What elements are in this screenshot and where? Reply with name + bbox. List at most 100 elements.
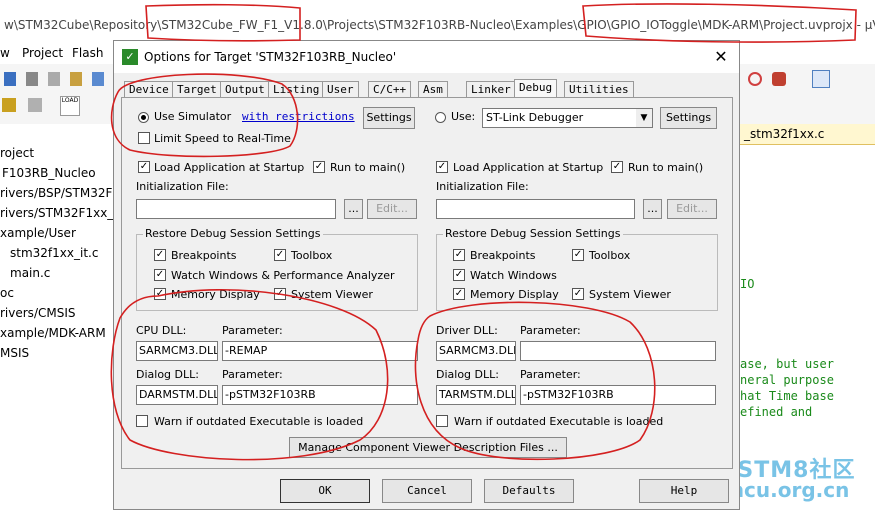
memory-display-label: Memory Display [171,288,260,301]
dialog-dll-label: Dialog DLL: [136,368,199,381]
tab-cpp[interactable]: C/C++ [368,81,412,98]
tree-item[interactable]: rivers/BSP/STM32F1x [0,186,127,200]
new-file-icon[interactable] [4,72,16,86]
debugger-select-value: ST-Link Debugger [486,111,584,124]
right-warn-outdated-checkbox[interactable] [436,415,448,427]
init-file-edit-button[interactable]: Edit... [367,199,417,219]
tree-item[interactable]: roject [0,146,34,160]
keil-logo-icon: ✓ [122,49,138,65]
right-memory-display-checkbox[interactable]: ✓ [453,288,465,300]
tree-item[interactable]: rivers/STM32F1xx_HA [0,206,131,220]
driver-param-input[interactable] [520,341,716,361]
tree-item[interactable]: stm32f1xx_it.c [10,246,98,260]
with-restrictions-link[interactable]: with restrictions [242,110,355,123]
tab-utilities[interactable]: Utilities [564,81,634,98]
right-system-viewer-checkbox[interactable]: ✓ [572,288,584,300]
dialog-dll-input[interactable]: DARMSTM.DLL [136,385,218,405]
restore-settings-title: Restore Debug Session Settings [143,227,323,240]
right-breakpoints-checkbox[interactable]: ✓ [453,249,465,261]
build-icon[interactable] [2,98,16,112]
copy-icon[interactable] [48,72,60,86]
debug-session-icon[interactable] [772,72,786,86]
right-dialog-param-label: Parameter: [520,368,581,381]
window-layout-icon[interactable] [812,70,830,88]
cpu-param-input[interactable]: -REMAP [222,341,418,361]
cancel-button[interactable]: Cancel [382,479,472,503]
menu-item-project[interactable]: Project [22,46,63,60]
debugger-select[interactable]: ST-Link Debugger ▼ [482,108,653,128]
tree-item[interactable]: xample/User [0,226,76,240]
rebuild-icon[interactable] [28,98,42,112]
right-dialog-param-input[interactable]: -pSTM32F103RB [520,385,716,405]
right-watch-windows-checkbox[interactable]: ✓ [453,269,465,281]
tab-user[interactable]: User [322,81,359,98]
tab-target[interactable]: Target [172,81,222,98]
tab-output[interactable]: Output [220,81,270,98]
warn-outdated-label: Warn if outdated Executable is loaded [154,415,364,428]
tab-asm[interactable]: Asm [418,81,448,98]
dialog-param-input[interactable]: -pSTM32F103RB [222,385,418,405]
tree-item[interactable]: main.c [10,266,50,280]
run-to-main-checkbox[interactable]: ✓ [313,161,325,173]
right-run-to-main-checkbox[interactable]: ✓ [611,161,623,173]
debugger-settings-button[interactable]: Settings [660,107,717,129]
tree-item[interactable]: F103RB_Nucleo [2,166,96,180]
init-file-input[interactable] [136,199,336,219]
load-icon[interactable]: LOAD [60,96,80,116]
undo-icon[interactable] [92,72,104,86]
right-load-app-checkbox[interactable]: ✓ [436,161,448,173]
use-simulator-radio[interactable] [138,112,149,123]
cut-icon[interactable] [26,72,38,86]
defaults-button[interactable]: Defaults [484,479,574,503]
tree-item[interactable]: rivers/CMSIS [0,306,76,320]
tab-linker[interactable]: Linker [466,81,516,98]
close-icon[interactable]: ✕ [713,47,729,66]
right-init-file-browse-button[interactable]: ... [643,199,662,219]
project-tree-panel: roject F103RB_Nucleo rivers/BSP/STM32F1x… [0,124,131,510]
right-toolbox-label: Toolbox [589,249,631,262]
menu-item-view[interactable]: w [0,46,10,60]
watch-windows-label: Watch Windows & Performance Analyzer [171,269,395,282]
right-toolbox-checkbox[interactable]: ✓ [572,249,584,261]
use-debugger-radio[interactable] [435,112,446,123]
toolbox-label: Toolbox [291,249,333,262]
system-viewer-checkbox[interactable]: ✓ [274,288,286,300]
simulator-settings-button[interactable]: Settings [363,107,415,129]
tree-item[interactable]: xample/MDK-ARM [0,326,106,340]
warn-outdated-checkbox[interactable] [136,415,148,427]
ok-button[interactable]: OK [280,479,370,503]
help-button[interactable]: Help [639,479,729,503]
tab-debug[interactable]: Debug [514,79,558,99]
code-line: hat Time base [740,389,834,403]
tab-listing[interactable]: Listing [268,81,325,98]
watch-windows-checkbox[interactable]: ✓ [154,269,166,281]
editor-tab-label: _stm32f1xx.c [744,127,825,141]
code-line: efined and [740,405,813,419]
driver-param-label: Parameter: [520,324,581,337]
breakpoints-label: Breakpoints [171,249,237,262]
init-file-browse-button[interactable]: ... [344,199,363,219]
editor-tab[interactable]: _stm32f1xx.c [740,124,875,145]
toolbox-checkbox[interactable]: ✓ [274,249,286,261]
cpu-dll-input[interactable]: SARMCM3.DLL [136,341,218,361]
tree-item[interactable]: oc [0,286,14,300]
memory-display-checkbox[interactable]: ✓ [154,288,166,300]
right-run-to-main-label: Run to main() [628,161,704,174]
driver-dll-input[interactable]: SARMCM3.DLL [436,341,516,361]
right-init-file-input[interactable] [436,199,635,219]
right-watch-windows-label: Watch Windows [470,269,557,282]
right-init-file-edit-button[interactable]: Edit... [667,199,717,219]
right-dialog-dll-input[interactable]: TARMSTM.DLL [436,385,516,405]
limit-speed-checkbox[interactable] [138,132,150,144]
paste-icon[interactable] [70,72,82,86]
cpu-dll-label: CPU DLL: [136,324,187,337]
tree-item[interactable]: MSIS [0,346,29,360]
debug-stop-icon[interactable] [748,72,762,86]
manage-component-viewer-button[interactable]: Manage Component Viewer Description File… [289,437,567,458]
tab-device[interactable]: Device [124,81,174,98]
load-app-label: Load Application at Startup [154,161,305,174]
menu-item-flash[interactable]: Flash [72,46,103,60]
right-load-app-label: Load Application at Startup [453,161,604,174]
breakpoints-checkbox[interactable]: ✓ [154,249,166,261]
load-app-checkbox[interactable]: ✓ [138,161,150,173]
